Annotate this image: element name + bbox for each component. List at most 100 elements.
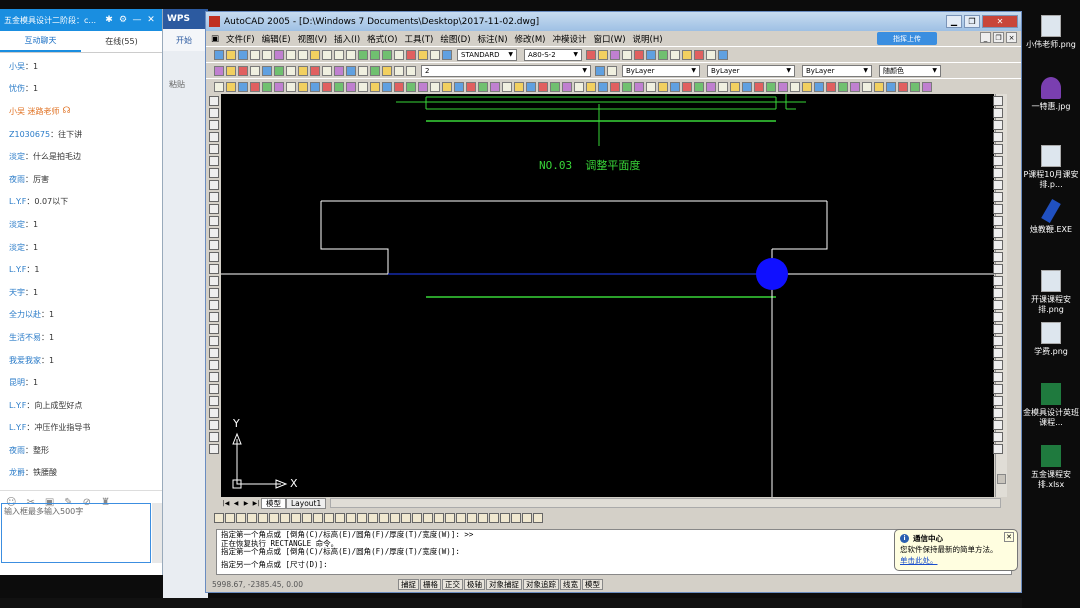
custom-tool-47-icon[interactable]: [766, 81, 776, 92]
custom-tool-4-icon[interactable]: [250, 81, 260, 92]
menu-item[interactable]: 冲模设计: [552, 33, 586, 45]
dim-tool-6-icon[interactable]: [269, 513, 279, 523]
custom-tool-18-icon[interactable]: [418, 81, 428, 92]
tab-chat[interactable]: 互动聊天: [0, 31, 81, 52]
tab-model[interactable]: 模型: [261, 497, 286, 509]
layer-tool-6-icon[interactable]: [274, 65, 284, 76]
draw-tool-12-icon[interactable]: [209, 228, 219, 238]
modify-tool-10-icon[interactable]: [993, 204, 1003, 214]
draw-tool-10-icon[interactable]: [209, 204, 219, 214]
menu-item[interactable]: 标注(N): [478, 33, 508, 45]
custom-tool-5-icon[interactable]: [262, 81, 272, 92]
modify-tool-26-icon[interactable]: [993, 396, 1003, 406]
publish-icon[interactable]: [274, 49, 284, 60]
custom-tool-26-icon[interactable]: [514, 81, 524, 92]
preview-icon[interactable]: [262, 49, 272, 60]
layer-previous-icon[interactable]: [607, 65, 617, 76]
modify-tool-4-icon[interactable]: [993, 132, 1003, 142]
last-tab-icon[interactable]: ▶|: [251, 500, 261, 507]
dim-tool-15-icon[interactable]: [368, 513, 378, 523]
draw-tool-28-icon[interactable]: [209, 420, 219, 430]
custom-tool-46-icon[interactable]: [754, 81, 764, 92]
tab-online[interactable]: 在线(55): [81, 31, 162, 52]
modify-tool-20-icon[interactable]: [993, 324, 1003, 334]
open-icon[interactable]: [226, 49, 236, 60]
custom-tool-14-icon[interactable]: [370, 81, 380, 92]
custom-tool-17-icon[interactable]: [406, 81, 416, 92]
chat-input-scrollbar[interactable]: [152, 503, 162, 563]
custom-tool-23-icon[interactable]: [478, 81, 488, 92]
close-icon[interactable]: ✕: [144, 15, 158, 25]
dim-tool-5-icon[interactable]: [258, 513, 268, 523]
chat-message-user[interactable]: Z1030675: [9, 130, 50, 139]
chat-input[interactable]: 输入框最多输入500字: [1, 503, 151, 563]
layer-tool-11-icon[interactable]: [334, 65, 344, 76]
custom-tool-12-icon[interactable]: [346, 81, 356, 92]
modify-tool-12-icon[interactable]: [993, 228, 1003, 238]
draw-tool-13-icon[interactable]: [209, 240, 219, 250]
mold-tool-11-icon[interactable]: [706, 49, 716, 60]
mold-tool-1-icon[interactable]: [586, 49, 596, 60]
zoom-window-icon[interactable]: [382, 49, 392, 60]
custom-tool-20-icon[interactable]: [442, 81, 452, 92]
layer-tool-1-icon[interactable]: [214, 65, 224, 76]
draw-tool-11-icon[interactable]: [209, 216, 219, 226]
modify-tool-30-icon[interactable]: [993, 444, 1003, 454]
draw-tool-2-icon[interactable]: [209, 108, 219, 118]
grip-point[interactable]: [756, 258, 788, 290]
custom-tool-44-icon[interactable]: [730, 81, 740, 92]
modify-tool-19-icon[interactable]: [993, 312, 1003, 322]
custom-tool-58-icon[interactable]: [898, 81, 908, 92]
layer-tool-13-icon[interactable]: [358, 65, 368, 76]
dim-style-select[interactable]: A80-S-2 ▼: [524, 48, 582, 61]
status-osnap[interactable]: 对象捕捉: [486, 579, 522, 590]
redo-icon[interactable]: [346, 49, 356, 60]
dim-tool-19-icon[interactable]: [412, 513, 422, 523]
properties-icon[interactable]: [406, 49, 416, 60]
layer-tool-7-icon[interactable]: [286, 65, 296, 76]
custom-tool-11-icon[interactable]: [334, 81, 344, 92]
help-icon[interactable]: [442, 49, 452, 60]
custom-tool-8-icon[interactable]: [298, 81, 308, 92]
dim-tool-17-icon[interactable]: [390, 513, 400, 523]
modify-tool-17-icon[interactable]: [993, 288, 1003, 298]
custom-tool-43-icon[interactable]: [718, 81, 728, 92]
modify-tool-24-icon[interactable]: [993, 372, 1003, 382]
custom-tool-40-icon[interactable]: [682, 81, 692, 92]
mold-tool-5-icon[interactable]: [634, 49, 644, 60]
mold-tool-6-icon[interactable]: [646, 49, 656, 60]
layer-tool-9-icon[interactable]: [310, 65, 320, 76]
mold-tool-10-icon[interactable]: [694, 49, 704, 60]
dim-tool-20-icon[interactable]: [423, 513, 433, 523]
custom-tool-42-icon[interactable]: [706, 81, 716, 92]
drawing-canvas[interactable]: NO.03 调整平面度 Y X: [221, 94, 994, 497]
layer-tool-5-icon[interactable]: [262, 65, 272, 76]
design-center-icon[interactable]: [418, 49, 428, 60]
wps-paste-button[interactable]: 粘贴: [163, 51, 208, 90]
linetype-select[interactable]: ByLayer ▼: [707, 64, 795, 77]
draw-tool-14-icon[interactable]: [209, 252, 219, 262]
modify-tool-2-icon[interactable]: [993, 108, 1003, 118]
custom-tool-45-icon[interactable]: [742, 81, 752, 92]
dim-tool-28-icon[interactable]: [511, 513, 521, 523]
custom-tool-6-icon[interactable]: [274, 81, 284, 92]
layer-manager-icon[interactable]: [406, 65, 416, 76]
custom-tool-2-icon[interactable]: [226, 81, 236, 92]
menu-item[interactable]: 视图(V): [298, 33, 327, 45]
draw-tool-20-icon[interactable]: [209, 324, 219, 334]
layer-tool-15-icon[interactable]: [382, 65, 392, 76]
lineweight-select[interactable]: ByLayer ▼: [802, 64, 872, 77]
draw-tool-6-icon[interactable]: [209, 156, 219, 166]
custom-tool-41-icon[interactable]: [694, 81, 704, 92]
custom-tool-25-icon[interactable]: [502, 81, 512, 92]
dim-tool-14-icon[interactable]: [357, 513, 367, 523]
custom-tool-59-icon[interactable]: [910, 81, 920, 92]
settings-icon[interactable]: ⚙: [116, 15, 130, 25]
draw-tool-8-icon[interactable]: [209, 180, 219, 190]
mold-tool-4-icon[interactable]: [622, 49, 632, 60]
wps-title[interactable]: WPS: [163, 9, 208, 29]
custom-tool-32-icon[interactable]: [586, 81, 596, 92]
draw-tool-26-icon[interactable]: [209, 396, 219, 406]
wps-tab-home[interactable]: 开始: [163, 29, 208, 51]
notif-close-icon[interactable]: ✕: [1004, 532, 1014, 542]
